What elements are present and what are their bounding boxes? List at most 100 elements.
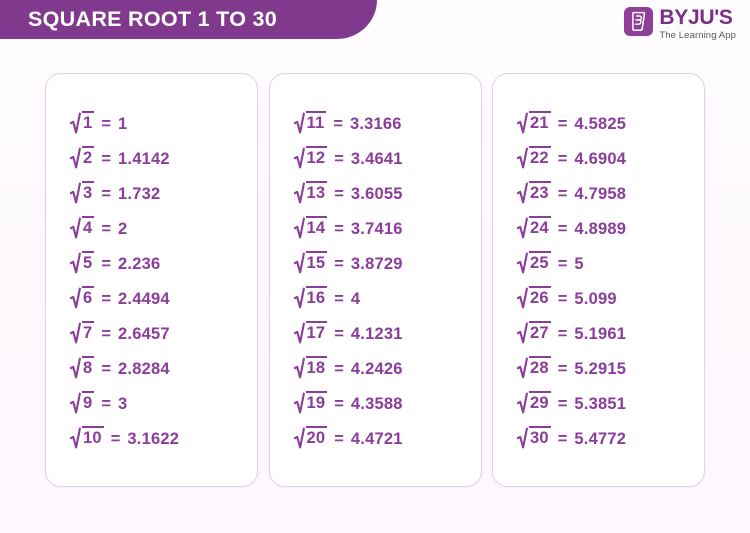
square-root-result: 2.236 <box>118 254 161 273</box>
byjus-logo: BYJU'S The Learning App <box>624 7 736 41</box>
square-root-icon <box>70 217 82 239</box>
square-root-row: 20 = 4.4721 <box>270 420 481 455</box>
equals-sign: = <box>101 289 112 308</box>
square-root-icon <box>293 287 306 309</box>
equals-sign: = <box>557 114 568 133</box>
square-root-row: 17 = 4.1231 <box>270 315 481 350</box>
radicand-value: 30 <box>529 426 551 448</box>
square-root-row: 6 = 2.4494 <box>46 280 257 315</box>
radicand-value: 13 <box>305 181 328 203</box>
square-root-result: 5.2915 <box>574 359 627 378</box>
radicand-value: 3 <box>82 181 95 203</box>
square-root-result: 4.5825 <box>574 114 627 133</box>
square-root-result: 5 <box>574 254 584 273</box>
equals-sign: = <box>557 394 568 413</box>
square-root-result: 4.4721 <box>350 429 403 448</box>
square-root-row: 7 = 2.6457 <box>46 315 257 350</box>
byjus-logo-name: BYJU'S <box>659 6 733 29</box>
square-root-result: 4.7958 <box>574 184 627 203</box>
equals-sign: = <box>101 114 112 133</box>
square-root-icon <box>517 112 529 134</box>
square-root-card: 21 = 4.5825 22 = 4.6904 23 = 4.7958 24 = 4.8989 25 = 5… <box>492 73 705 487</box>
square-root-icon <box>293 252 306 274</box>
square-root-row: 22 = 4.6904 <box>493 140 704 175</box>
square-root-card: 11 = 3.3166 12 = 3.4641 13 = 3.6055 14 = 3.7416 15 = 3… <box>268 73 482 487</box>
square-root-result: 4 <box>350 289 361 308</box>
square-root-row: 12 = 3.4641 <box>270 140 481 175</box>
square-root-icon <box>517 427 529 449</box>
radicand-value: 2 <box>82 146 95 168</box>
square-root-card: 1 = 1 2 = 1.4142 3 = 1.732 4 = 2 5 = 2.236 6 = 2.4494 7 = 2.… <box>45 73 258 487</box>
square-root-icon <box>517 217 529 239</box>
square-root-icon <box>293 112 306 134</box>
square-root-result: 3.6055 <box>350 184 403 203</box>
square-root-row: 25 = 5 <box>493 245 704 280</box>
equals-sign: = <box>334 254 344 273</box>
radicand-value: 22 <box>529 146 551 168</box>
equals-sign: = <box>101 359 112 378</box>
square-root-row: 11 = 3.3166 <box>270 105 481 140</box>
square-root-result: 3.8729 <box>350 254 403 273</box>
square-root-row: 2 = 1.4142 <box>46 140 257 175</box>
square-root-icon <box>70 287 82 309</box>
square-root-row: 14 = 3.7416 <box>270 210 481 245</box>
equals-sign: = <box>557 429 568 448</box>
square-root-row: 24 = 4.8989 <box>493 210 704 245</box>
square-root-row: 30 = 5.4772 <box>493 420 704 455</box>
square-root-icon <box>293 147 306 169</box>
square-root-row: 26 = 5.099 <box>493 280 704 315</box>
radicand-value: 29 <box>529 391 551 413</box>
square-root-row: 23 = 4.7958 <box>493 175 704 210</box>
radicand-value: 9 <box>82 391 95 413</box>
square-root-icon <box>517 252 529 274</box>
square-root-result: 1 <box>118 114 128 133</box>
equals-sign: = <box>101 184 112 203</box>
equals-sign: = <box>557 359 568 378</box>
square-root-icon <box>70 357 82 379</box>
radicand-value: 5 <box>82 251 95 273</box>
radicand-value: 10 <box>82 426 104 448</box>
byjus-logo-text: BYJU'S The Learning App <box>659 7 736 41</box>
radicand-value: 21 <box>529 111 551 133</box>
square-root-row: 1 = 1 <box>46 105 257 140</box>
square-root-row: 3 = 1.732 <box>46 175 257 210</box>
square-root-result: 3.3166 <box>349 114 402 133</box>
square-root-result: 4.2426 <box>350 359 403 378</box>
square-root-icon <box>70 322 82 344</box>
square-root-icon <box>293 322 306 344</box>
page-title: SQUARE ROOT 1 TO 30 <box>28 7 278 31</box>
equals-sign: = <box>101 219 112 238</box>
square-root-icon <box>517 322 529 344</box>
square-root-result: 2 <box>118 219 128 238</box>
equals-sign: = <box>334 359 344 378</box>
square-root-row: 21 = 4.5825 <box>493 105 704 140</box>
equals-sign: = <box>101 149 112 168</box>
radicand-value: 18 <box>305 356 328 378</box>
radicand-value: 23 <box>529 181 551 203</box>
radicand-value: 20 <box>305 426 328 448</box>
square-root-result: 5.099 <box>574 289 617 308</box>
square-root-result: 2.6457 <box>118 324 170 343</box>
equals-sign: = <box>101 254 112 273</box>
equals-sign: = <box>334 184 344 203</box>
radicand-value: 19 <box>305 391 328 413</box>
square-root-result: 4.8989 <box>574 219 627 238</box>
equals-sign: = <box>557 149 568 168</box>
radicand-value: 25 <box>529 251 551 273</box>
equals-sign: = <box>334 394 344 413</box>
square-root-icon <box>517 357 529 379</box>
radicand-value: 8 <box>82 356 95 378</box>
square-root-row: 8 = 2.8284 <box>46 350 257 385</box>
square-root-result: 4.3588 <box>350 394 403 413</box>
square-root-row: 29 = 5.3851 <box>493 385 704 420</box>
radicand-value: 4 <box>82 216 95 238</box>
square-root-result: 3.7416 <box>350 219 403 238</box>
square-root-icon <box>70 252 82 274</box>
square-root-row: 4 = 2 <box>46 210 257 245</box>
square-root-result: 2.8284 <box>118 359 170 378</box>
square-root-icon <box>70 427 82 449</box>
byjus-logo-tagline: The Learning App <box>659 30 736 41</box>
equals-sign: = <box>557 254 568 273</box>
equals-sign: = <box>101 324 112 343</box>
square-root-icon <box>517 182 529 204</box>
